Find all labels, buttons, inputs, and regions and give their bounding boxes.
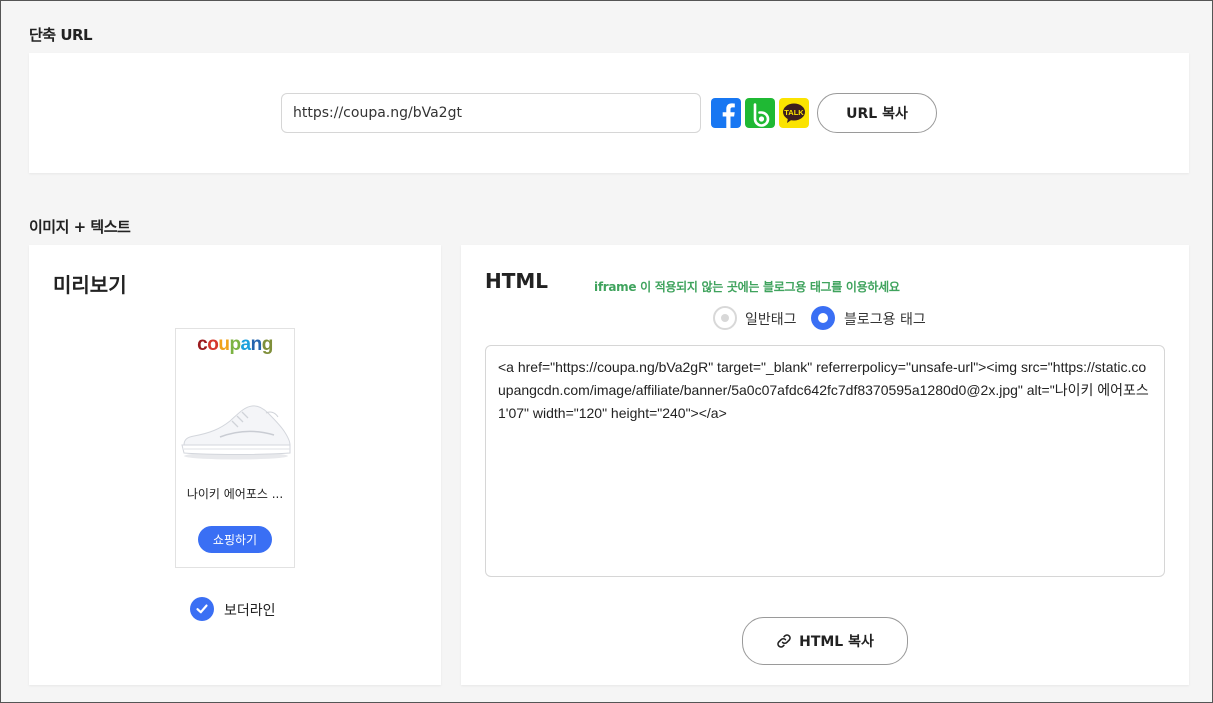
coupang-logo: coupang bbox=[197, 334, 273, 355]
product-name: 나이키 에어포스 ... bbox=[186, 487, 284, 501]
band-icon[interactable] bbox=[745, 98, 775, 128]
sneaker-image bbox=[181, 405, 291, 460]
radio-blog-tag[interactable] bbox=[811, 306, 835, 330]
preview-title: 미리보기 bbox=[53, 273, 127, 297]
shop-button[interactable]: 쇼핑하기 bbox=[198, 526, 272, 553]
shop-button-label: 쇼핑하기 bbox=[212, 533, 258, 547]
check-icon bbox=[196, 604, 208, 614]
facebook-icon[interactable] bbox=[711, 98, 741, 128]
url-copy-button-label: URL 복사 bbox=[846, 106, 908, 122]
short-url-section-title: 단축 URL bbox=[29, 26, 93, 44]
borderline-checkbox[interactable] bbox=[190, 597, 214, 621]
html-code-textarea[interactable]: <a href="https://coupa.ng/bVa2gR" target… bbox=[485, 345, 1165, 577]
preview-card: 미리보기 coupang 나이키 에어포스 ... 쇼핑하기 보더라인 bbox=[29, 245, 441, 685]
product-banner[interactable]: coupang 나이키 에어포스 ... 쇼핑하기 bbox=[175, 328, 295, 568]
url-copy-button[interactable]: URL 복사 bbox=[817, 93, 937, 133]
short-url-field[interactable]: https://coupa.ng/bVa2gt bbox=[281, 93, 701, 133]
borderline-label: 보더라인 bbox=[224, 603, 276, 619]
html-title: HTML bbox=[485, 269, 549, 293]
radio-blog-tag-label[interactable]: 블로그용 태그 bbox=[844, 309, 926, 329]
radio-general-tag-label[interactable]: 일반태그 bbox=[745, 309, 797, 329]
radio-general-tag[interactable] bbox=[713, 306, 737, 330]
short-url-card: https://coupa.ng/bVa2gt TALK URL 복사 bbox=[29, 53, 1189, 173]
svg-text:TALK: TALK bbox=[784, 108, 804, 117]
html-card: HTML iframe 이 적용되지 않는 곳에는 블로그용 태그를 이용하세요… bbox=[461, 245, 1189, 685]
html-copy-button[interactable]: HTML 복사 bbox=[742, 617, 908, 665]
iframe-notice: iframe 이 적용되지 않는 곳에는 블로그용 태그를 이용하세요 bbox=[594, 280, 900, 294]
link-icon bbox=[777, 634, 791, 648]
html-copy-button-label: HTML 복사 bbox=[799, 634, 874, 650]
kakaotalk-icon[interactable]: TALK bbox=[779, 98, 809, 128]
image-text-section-title: 이미지 + 텍스트 bbox=[29, 218, 131, 236]
